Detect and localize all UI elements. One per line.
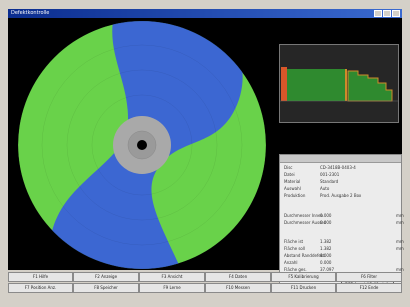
info-row: Datei 001-2301 (284, 172, 340, 177)
info-row: Disc CD-3418B-0403-4 (284, 165, 356, 170)
f11-button[interactable]: F11 Drucken (271, 283, 336, 293)
f5-button[interactable]: F5 Kalibrierung (271, 272, 336, 282)
f4-button[interactable]: F4 Daten (205, 272, 271, 282)
f3-button[interactable]: F3 Ansicht (139, 272, 205, 282)
info-panel-header (280, 155, 401, 163)
close-icon[interactable] (392, 10, 400, 17)
f1-button[interactable]: F1 Hilfe (8, 272, 73, 282)
minimize-icon[interactable] (374, 10, 382, 17)
disc-center-hole (137, 140, 147, 150)
histogram-graphic (280, 45, 398, 122)
f8-button[interactable]: F8 Speicher (73, 283, 139, 293)
info-row: Fläche ist 1.382 mm (284, 239, 404, 244)
main-view: Disc CD-3418B-0403-4 Datei 001-2301 Materi… (8, 18, 404, 289)
maximize-icon[interactable] (383, 10, 391, 17)
f6-button[interactable]: F6 Filter (336, 272, 402, 282)
function-key-bar: F1 Hilfe F2 Anzeige F3 Ansicht F4 Daten … (8, 272, 402, 296)
window-title: Defektkontrolle (11, 10, 50, 16)
info-row: Durchmesser Aussen 0.000 mm (284, 220, 404, 225)
info-row: Anzahl 0.000 (284, 260, 332, 265)
f12-button[interactable]: F12 Ende (336, 283, 402, 293)
window-titlebar: Defektkontrolle (8, 9, 402, 18)
info-row: Produktion Prod. Ausgabe 2 Box (284, 193, 362, 198)
info-row: Auswahl Auto (284, 186, 330, 191)
info-row: Abstand Randdefekt 0.000 (284, 253, 332, 258)
info-panel: Disc CD-3418B-0403-4 Datei 001-2301 Materi… (279, 154, 404, 289)
f7-button[interactable]: F7 Position Anz. (8, 283, 73, 293)
f2-button[interactable]: F2 Anzeige (73, 272, 139, 282)
f10-button[interactable]: F10 Messen (205, 283, 271, 293)
disc-graphic (18, 21, 266, 269)
disc-view (8, 18, 276, 270)
info-row: Durchmesser Innen 0.000 mm (284, 213, 404, 218)
histogram-panel (279, 44, 399, 123)
info-row: Material Standard (284, 179, 339, 184)
f9-button[interactable]: F9 Lerne (139, 283, 205, 293)
info-row: Fläche soll 1.382 mm (284, 246, 404, 251)
